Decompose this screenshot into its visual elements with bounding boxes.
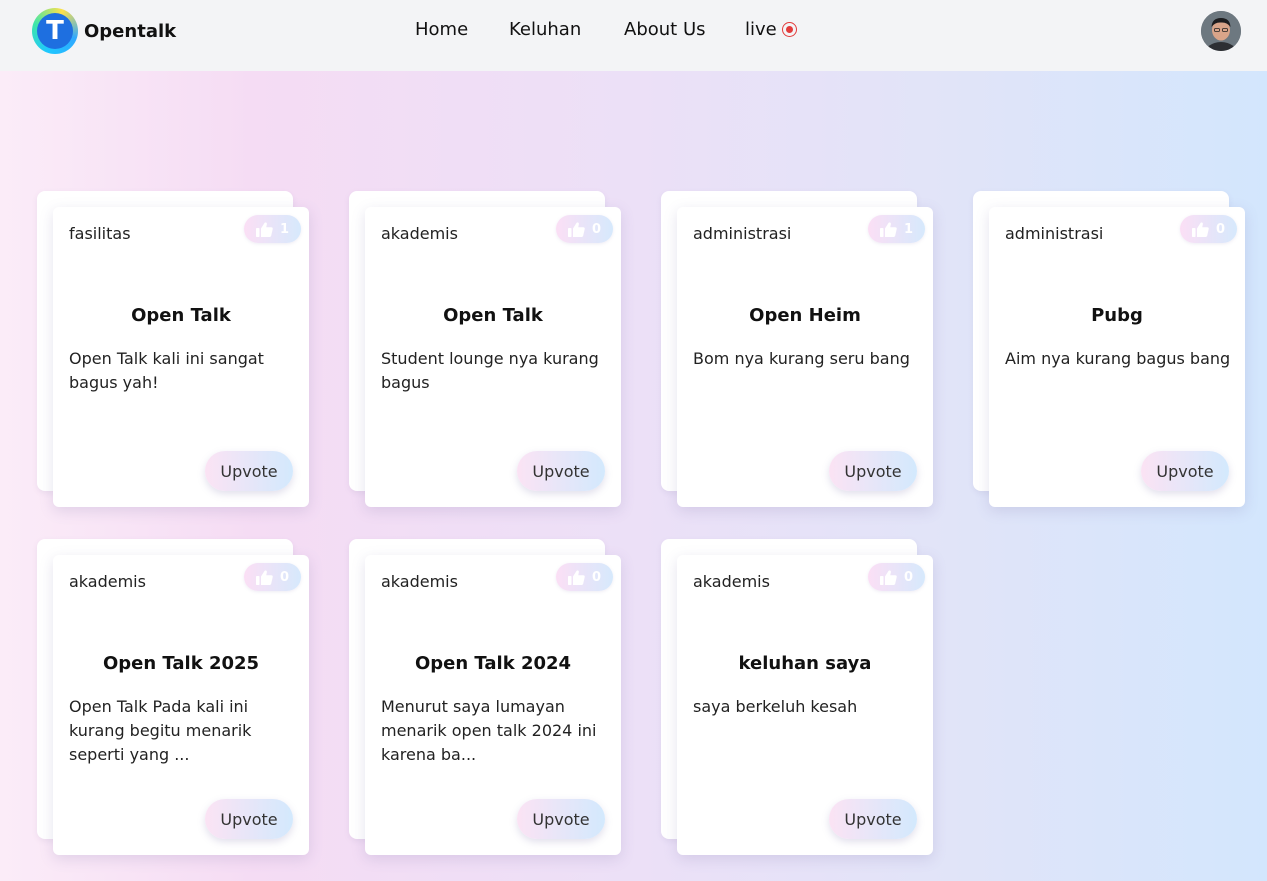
upvote-button[interactable]: Upvote	[517, 799, 605, 839]
upvote-button[interactable]: Upvote	[1141, 451, 1229, 491]
card-title: Open Talk	[443, 305, 543, 326]
card-title: Pubg	[1091, 305, 1143, 326]
complaint-card: fasilitas 1 Open Talk Open Talk kali ini…	[37, 191, 309, 507]
complaint-card: administrasi 1 Open Heim Bom nya kurang …	[661, 191, 933, 507]
card-body[interactable]: akademis 0 keluhan saya saya berkeluh ke…	[677, 555, 933, 855]
complaint-card: administrasi 0 Pubg Aim nya kurang bagus…	[973, 191, 1245, 507]
card-description: saya berkeluh kesah	[693, 697, 858, 716]
complaint-card: akademis 0 Open Talk Student lounge nya …	[349, 191, 621, 507]
navbar: T Opentalk Home Keluhan About Us live	[0, 0, 1267, 71]
like-count: 1	[279, 221, 289, 237]
card-description: Student lounge nya kurang bagus	[381, 349, 599, 392]
thumbs-up-icon	[1191, 221, 1209, 237]
upvote-button[interactable]: Upvote	[829, 799, 917, 839]
brand-name: Opentalk	[84, 20, 177, 42]
card-body[interactable]: akademis 0 Open Talk 2024 Menurut saya l…	[365, 555, 621, 855]
card-title: Open Talk	[131, 305, 231, 326]
complaint-card: akademis 0 keluhan saya saya berkeluh ke…	[661, 539, 933, 855]
like-badge: 0	[555, 215, 613, 243]
upvote-button[interactable]: Upvote	[517, 451, 605, 491]
avatar-photo-icon	[1201, 11, 1241, 51]
card-body[interactable]: administrasi 1 Open Heim Bom nya kurang …	[677, 207, 933, 507]
live-record-icon	[781, 22, 797, 37]
card-description: Menurut saya lumayan menarik open talk 2…	[381, 697, 597, 764]
card-body[interactable]: akademis 0 Open Talk 2025 Open Talk Pada…	[53, 555, 309, 855]
card-body[interactable]: akademis 0 Open Talk Student lounge nya …	[365, 207, 621, 507]
like-count: 0	[591, 221, 601, 237]
upvote-button[interactable]: Upvote	[829, 451, 917, 491]
card-category: akademis	[381, 224, 458, 243]
card-category: akademis	[69, 572, 146, 591]
card-title: Open Talk 2024	[414, 653, 572, 674]
thumbs-up-icon	[255, 221, 273, 237]
like-count: 1	[903, 221, 913, 237]
like-badge: 0	[555, 563, 613, 591]
thumbs-up-icon	[567, 221, 585, 237]
like-badge: 0	[867, 563, 925, 591]
thumbs-up-icon	[879, 221, 897, 237]
card-body[interactable]: fasilitas 1 Open Talk Open Talk kali ini…	[53, 207, 309, 507]
card-category: akademis	[693, 572, 770, 591]
like-badge: 0	[1179, 215, 1237, 243]
nav-home-link[interactable]: Home	[415, 19, 468, 40]
like-count: 0	[279, 569, 289, 585]
thumbs-up-icon	[255, 569, 273, 585]
brand[interactable]: T Opentalk	[32, 8, 176, 54]
complaint-card: akademis 0 Open Talk 2025 Open Talk Pada…	[37, 539, 309, 855]
card-title: Open Talk 2025	[102, 653, 260, 674]
card-body[interactable]: administrasi 0 Pubg Aim nya kurang bagus…	[989, 207, 1245, 507]
thumbs-up-icon	[567, 569, 585, 585]
nav-keluhan-link[interactable]: Keluhan	[509, 19, 581, 40]
user-avatar[interactable]	[1201, 11, 1241, 51]
card-description: Bom nya kurang seru bang	[693, 349, 910, 368]
nav-live-link[interactable]: live	[745, 19, 797, 40]
card-category: administrasi	[1005, 224, 1104, 243]
card-title: keluhan saya	[738, 653, 872, 674]
nav-live-label: live	[745, 19, 777, 40]
card-description: Aim nya kurang bagus bang	[1005, 349, 1231, 368]
like-count: 0	[903, 569, 913, 585]
nav-about-link[interactable]: About Us	[624, 19, 706, 40]
thumbs-up-icon	[879, 569, 897, 585]
like-badge: 1	[243, 215, 301, 243]
like-count: 0	[1215, 221, 1225, 237]
card-title: Open Heim	[749, 305, 861, 326]
complaint-card: akademis 0 Open Talk 2024 Menurut saya l…	[349, 539, 621, 855]
card-category: akademis	[381, 572, 458, 591]
like-badge: 1	[867, 215, 925, 243]
card-description: Open Talk Pada kali ini kurang begitu me…	[69, 697, 252, 764]
like-count: 0	[591, 569, 601, 585]
card-category: administrasi	[693, 224, 792, 243]
card-category: fasilitas	[69, 224, 131, 243]
like-badge: 0	[243, 563, 301, 591]
upvote-button[interactable]: Upvote	[205, 451, 293, 491]
upvote-button[interactable]: Upvote	[205, 799, 293, 839]
logo-letter: T	[37, 13, 73, 49]
opentalk-logo-icon: T	[32, 8, 78, 54]
card-description: Open Talk kali ini sangat bagus yah!	[69, 349, 264, 392]
